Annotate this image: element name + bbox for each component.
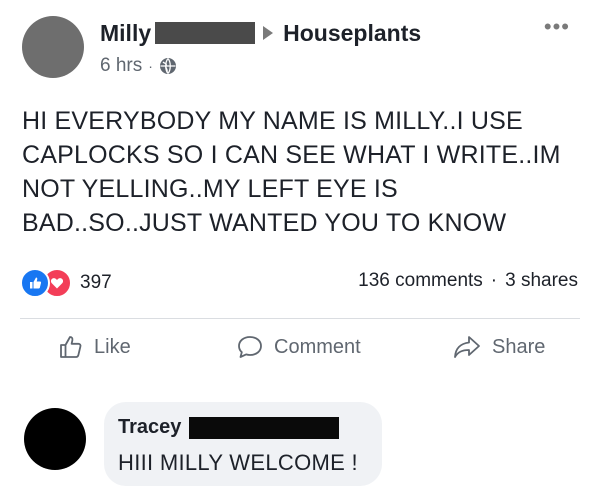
redacted-commenter-surname bbox=[189, 416, 340, 439]
comments-count[interactable]: 136 comments bbox=[358, 270, 483, 292]
counts-separator: · bbox=[490, 270, 498, 291]
comments-section: Tracey HIII MILLY WELCOME ! bbox=[0, 390, 600, 498]
more-dots-icon[interactable]: ••• bbox=[544, 16, 570, 38]
comment-bubble: Tracey HIII MILLY WELCOME ! bbox=[104, 402, 382, 486]
engagement-counts: 136 comments · 3 shares bbox=[358, 270, 578, 292]
redacted-surname bbox=[155, 22, 256, 44]
share-button[interactable]: Share bbox=[452, 334, 545, 360]
thumbs-up-icon bbox=[60, 336, 82, 358]
post-timestamp[interactable]: 6 hrs bbox=[100, 55, 142, 77]
shares-count[interactable]: 3 shares bbox=[505, 270, 578, 292]
share-arrow-icon bbox=[454, 336, 480, 358]
post-text: HI EVERYBODY MY NAME IS MILLY..I USE CAP… bbox=[22, 107, 561, 237]
reactions-summary[interactable]: 397 bbox=[20, 268, 112, 298]
author-avatar[interactable] bbox=[22, 16, 84, 78]
globe-icon bbox=[159, 57, 177, 75]
group-name[interactable]: Houseplants bbox=[283, 20, 421, 47]
arrow-right-icon bbox=[263, 26, 274, 40]
speech-bubble-icon bbox=[238, 336, 262, 358]
post-meta: 6 hrs · bbox=[100, 55, 177, 77]
like-reaction-icon bbox=[20, 268, 50, 298]
facebook-post: Milly Houseplants 6 hrs · ••• HI EVERYBO… bbox=[0, 0, 600, 498]
post-header: Milly Houseplants bbox=[100, 16, 421, 50]
post-actions: Like Comment Share bbox=[0, 334, 600, 378]
meta-separator: · bbox=[148, 58, 153, 74]
like-button[interactable]: Like bbox=[58, 334, 131, 360]
commenter-line: Tracey bbox=[118, 416, 340, 439]
comment-button[interactable]: Comment bbox=[236, 334, 361, 360]
commenter-avatar[interactable] bbox=[24, 408, 86, 470]
comment-text: HIII MILLY WELCOME ! bbox=[118, 450, 358, 475]
comment-label: Comment bbox=[274, 335, 361, 358]
reaction-count: 397 bbox=[80, 272, 112, 293]
commenter-name[interactable]: Tracey bbox=[118, 416, 181, 439]
author-name[interactable]: Milly bbox=[100, 20, 151, 47]
share-label: Share bbox=[492, 335, 546, 358]
divider bbox=[20, 318, 580, 319]
like-label: Like bbox=[94, 335, 131, 358]
